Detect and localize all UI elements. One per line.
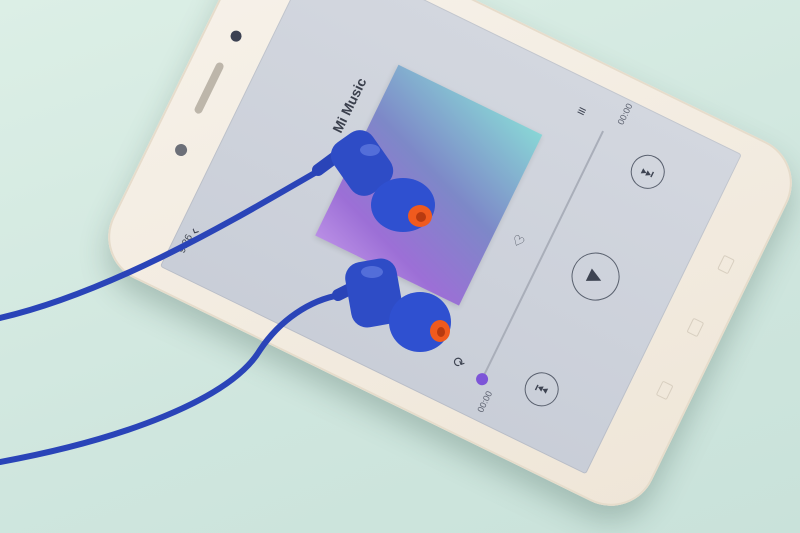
front-camera xyxy=(228,28,244,44)
duration-label: 00:00 xyxy=(615,101,635,127)
nav-key-home[interactable] xyxy=(686,317,705,338)
repeat-icon[interactable]: ⟳ xyxy=(444,348,473,377)
elapsed-label: 00:00 xyxy=(475,389,495,414)
skip-previous-icon[interactable]: ⏮ xyxy=(518,366,565,413)
status-time: 9:26 xyxy=(176,232,196,256)
nav-key-menu[interactable] xyxy=(717,254,735,275)
nav-key-back[interactable] xyxy=(655,380,674,401)
app-title: Mi Music xyxy=(329,75,370,136)
music-player-screen: 9:26 ‹ ⋮ Mi Music Đắm mình trong âm nhạc… xyxy=(159,0,742,475)
earpiece-speaker xyxy=(193,61,225,115)
proximity-sensor xyxy=(173,142,190,159)
smartphone: 9:26 ‹ ⋮ Mi Music Đắm mình trong âm nhạc… xyxy=(92,0,800,522)
heart-icon[interactable]: ♡ xyxy=(504,226,533,255)
skip-next-icon[interactable]: ⏭ xyxy=(625,149,671,195)
photo-scene: 9:26 ‹ ⋮ Mi Music Đắm mình trong âm nhạc… xyxy=(0,0,800,533)
play-icon[interactable]: ▶ xyxy=(563,244,628,309)
playlist-icon[interactable]: ≡ xyxy=(567,96,596,125)
progress-thumb[interactable] xyxy=(474,371,491,388)
